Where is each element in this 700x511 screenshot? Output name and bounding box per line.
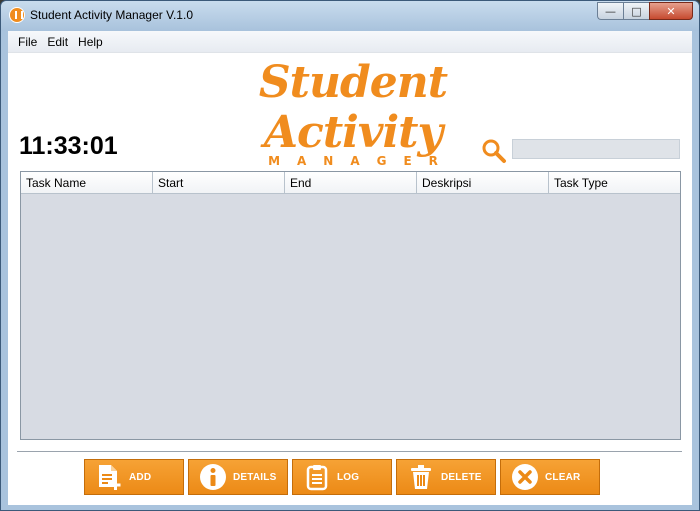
add-button-label: ADD	[129, 471, 152, 483]
details-button-label: DETAILS	[233, 471, 277, 483]
trash-icon	[411, 465, 431, 489]
menu-file[interactable]: File	[8, 35, 42, 49]
column-end[interactable]: End	[285, 172, 417, 193]
log-icon	[306, 465, 328, 491]
clear-icon	[512, 464, 538, 490]
window-controls: — □ ✕	[597, 2, 693, 20]
menu-edit[interactable]: Edit	[42, 35, 73, 49]
clear-button-label: CLEAR	[545, 471, 581, 483]
logo-title: Student Activity	[258, 57, 448, 158]
main-panel: File Edit Help Student Activity MANAGER …	[8, 31, 692, 505]
close-button[interactable]: ✕	[649, 2, 693, 20]
action-buttons: ADD DETAILS LOG DELETE CLEAR	[84, 459, 600, 495]
title-bar[interactable]: Student Activity Manager V.1.0 — □ ✕	[1, 1, 699, 31]
maximize-button[interactable]: □	[623, 2, 649, 20]
column-deskripsi[interactable]: Deskripsi	[417, 172, 549, 193]
app-window: Student Activity Manager V.1.0 — □ ✕ Fil…	[0, 0, 700, 511]
clock-display: 11:33:01	[19, 132, 118, 160]
column-task-type[interactable]: Task Type	[549, 172, 680, 193]
menu-bar: File Edit Help	[8, 31, 692, 53]
minimize-button[interactable]: —	[597, 2, 623, 20]
app-icon	[9, 7, 25, 23]
info-icon	[200, 464, 226, 490]
window-title: Student Activity Manager V.1.0	[30, 8, 193, 22]
table-header: Task Name Start End Deskripsi Task Type	[21, 172, 680, 194]
add-document-icon	[99, 465, 121, 490]
column-start[interactable]: Start	[153, 172, 285, 193]
log-button-label: LOG	[337, 471, 360, 483]
details-button[interactable]: DETAILS	[188, 459, 288, 495]
add-button[interactable]: ADD	[84, 459, 184, 495]
clear-button[interactable]: CLEAR	[500, 459, 600, 495]
separator	[17, 451, 682, 452]
app-logo: Student Activity MANAGER	[198, 58, 508, 169]
column-task-name[interactable]: Task Name	[21, 172, 153, 193]
delete-button-label: DELETE	[441, 471, 482, 483]
log-button[interactable]: LOG	[292, 459, 392, 495]
menu-help[interactable]: Help	[73, 35, 108, 49]
search-icon[interactable]	[481, 138, 507, 164]
search-input[interactable]	[512, 139, 680, 159]
task-table[interactable]: Task Name Start End Deskripsi Task Type	[20, 171, 681, 440]
delete-button[interactable]: DELETE	[396, 459, 496, 495]
logo-subtitle: MANAGER	[268, 154, 455, 168]
